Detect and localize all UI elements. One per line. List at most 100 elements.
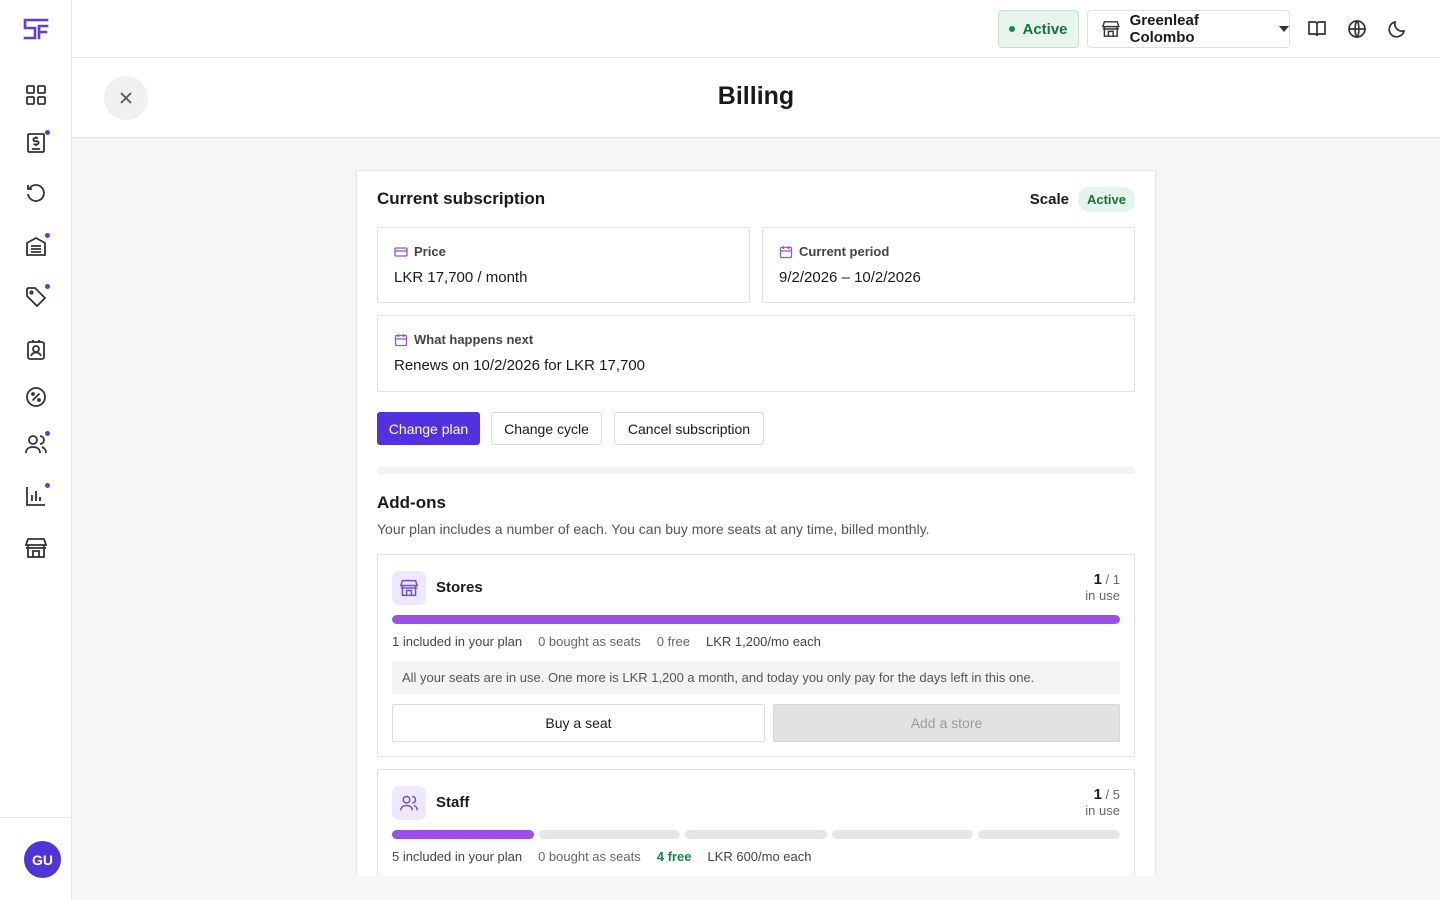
addons-description: Your plan includes a number of each. You… — [377, 521, 930, 537]
page-title: Billing — [717, 82, 795, 110]
usage-bar-fill — [392, 615, 1120, 624]
invoice-icon — [27, 133, 45, 153]
sidebar: GU — [0, 0, 72, 900]
account-status-pill: Active — [998, 10, 1079, 48]
usage-segment — [831, 830, 974, 839]
theme-toggle-button[interactable] — [1383, 15, 1411, 43]
next-value: Renews on 10/2/2026 for LKR 17,700 — [394, 357, 646, 374]
period-label-row: Current period — [779, 244, 889, 259]
next-label-row: What happens next — [394, 332, 533, 347]
app-logo[interactable] — [0, 0, 72, 57]
avatar[interactable]: GU — [24, 841, 61, 878]
top-bar: Active Greenleaf Colombo — [72, 0, 1440, 58]
addon-name: Stores — [436, 579, 483, 596]
price-text: LKR 1,200/mo each — [705, 634, 821, 649]
book-icon — [1308, 21, 1326, 37]
status-badge: Active — [1077, 187, 1135, 212]
sidebar-item-reports[interactable] — [18, 478, 54, 514]
sidebar-item-inventory[interactable] — [18, 228, 54, 264]
globe-icon — [1348, 20, 1366, 38]
tag-icon — [26, 287, 47, 308]
addon-name: Staff — [436, 794, 470, 811]
bought-text: 0 bought as seats — [538, 634, 641, 649]
buy-seat-button[interactable]: Buy a seat — [392, 704, 765, 742]
usage-segment-bar — [392, 830, 1120, 839]
usage-used: 1 — [1093, 786, 1102, 803]
sidebar-item-stores[interactable] — [18, 530, 54, 566]
sidebar-item-users[interactable] — [18, 426, 54, 462]
addon-note: All your seats are in use. One more is L… — [392, 661, 1120, 694]
period-box: Current period 9/2/2026 – 10/2/2026 — [762, 227, 1135, 303]
price-text: LKR 600/mo each — [707, 849, 812, 864]
price-box: Price LKR 17,700 / month — [377, 227, 750, 303]
sidebar-footer: GU — [0, 817, 72, 900]
free-text: 4 free — [656, 849, 692, 864]
period-label: Current period — [799, 244, 890, 259]
addon-staff: Staff 1 / 5 in use 5 included in your pl… — [377, 769, 1135, 876]
store-icon — [1102, 21, 1120, 37]
sidebar-item-dashboard[interactable] — [18, 77, 54, 113]
sidebar-item-discounts[interactable] — [18, 379, 54, 415]
status-dot — [1009, 26, 1016, 32]
store-icon — [25, 538, 47, 558]
addon-icon-wrap — [392, 786, 426, 820]
language-button[interactable] — [1343, 15, 1371, 43]
contact-icon — [27, 340, 45, 360]
usage-segment — [538, 830, 681, 839]
users-icon — [400, 795, 418, 811]
next-label: What happens next — [414, 332, 534, 347]
addon-usage: 1 / 1 in use — [1085, 572, 1120, 604]
bought-text: 0 bought as seats — [538, 849, 641, 864]
add-store-button[interactable]: Add a store — [773, 704, 1120, 742]
period-value: 9/2/2026 – 10/2/2026 — [779, 269, 921, 286]
usage-total: / 1 — [1105, 572, 1120, 587]
notification-dot — [45, 233, 50, 238]
addon-stores: Stores 1 / 1 in use 1 included in your p… — [377, 554, 1135, 757]
free-text: 0 free — [656, 634, 690, 649]
usage-label: in use — [1085, 803, 1120, 818]
change-cycle-button[interactable]: Change cycle — [491, 412, 602, 445]
calendar-icon — [394, 333, 408, 346]
notification-dot — [45, 284, 50, 289]
status-label: Active — [1022, 20, 1068, 38]
usage-total: / 5 — [1105, 787, 1120, 802]
notification-dot — [45, 130, 50, 135]
usage-label: in use — [1085, 588, 1120, 603]
sidebar-item-contacts[interactable] — [18, 332, 54, 368]
logo-icon — [23, 18, 49, 39]
cancel-subscription-button[interactable]: Cancel subscription — [614, 412, 764, 445]
sidebar-item-tags[interactable] — [18, 279, 54, 315]
docs-button[interactable] — [1303, 15, 1331, 43]
section-divider — [377, 467, 1135, 474]
usage-segment — [685, 830, 827, 839]
calendar-icon — [779, 245, 793, 258]
plan-name: Scale — [1029, 191, 1069, 208]
addon-usage: 1 / 5 in use — [1085, 787, 1120, 819]
usage-segment — [392, 830, 534, 839]
price-label-row: Price — [394, 244, 446, 259]
price-label: Price — [414, 244, 446, 259]
notification-dot — [45, 431, 50, 436]
store-icon — [400, 579, 418, 597]
addon-stats: 5 included in your plan 0 bought as seat… — [392, 849, 812, 864]
inventory-icon — [26, 236, 46, 256]
chart-icon — [26, 487, 45, 506]
usage-segment — [978, 830, 1120, 839]
usage-used: 1 — [1093, 571, 1102, 588]
users-icon — [25, 435, 47, 454]
usage-bar — [392, 615, 1120, 624]
sidebar-item-history[interactable] — [18, 176, 54, 212]
store-name: Greenleaf Colombo — [1129, 12, 1199, 46]
change-plan-button[interactable]: Change plan — [377, 412, 480, 445]
next-box: What happens next Renews on 10/2/2026 fo… — [377, 315, 1135, 392]
subscription-title: Current subscription — [377, 189, 546, 208]
history-icon — [27, 184, 45, 202]
sidebar-item-billing[interactable] — [18, 125, 54, 161]
credit-card-icon — [394, 246, 408, 257]
store-selector[interactable]: Greenleaf Colombo — [1087, 10, 1290, 48]
subscription-card: Current subscription Scale Active Price … — [356, 170, 1156, 876]
chevron-down-icon — [1279, 26, 1289, 32]
addon-stats: 1 included in your plan 0 bought as seat… — [392, 634, 821, 649]
page-header: Billing — [72, 58, 1440, 138]
grid-icon — [26, 85, 46, 105]
